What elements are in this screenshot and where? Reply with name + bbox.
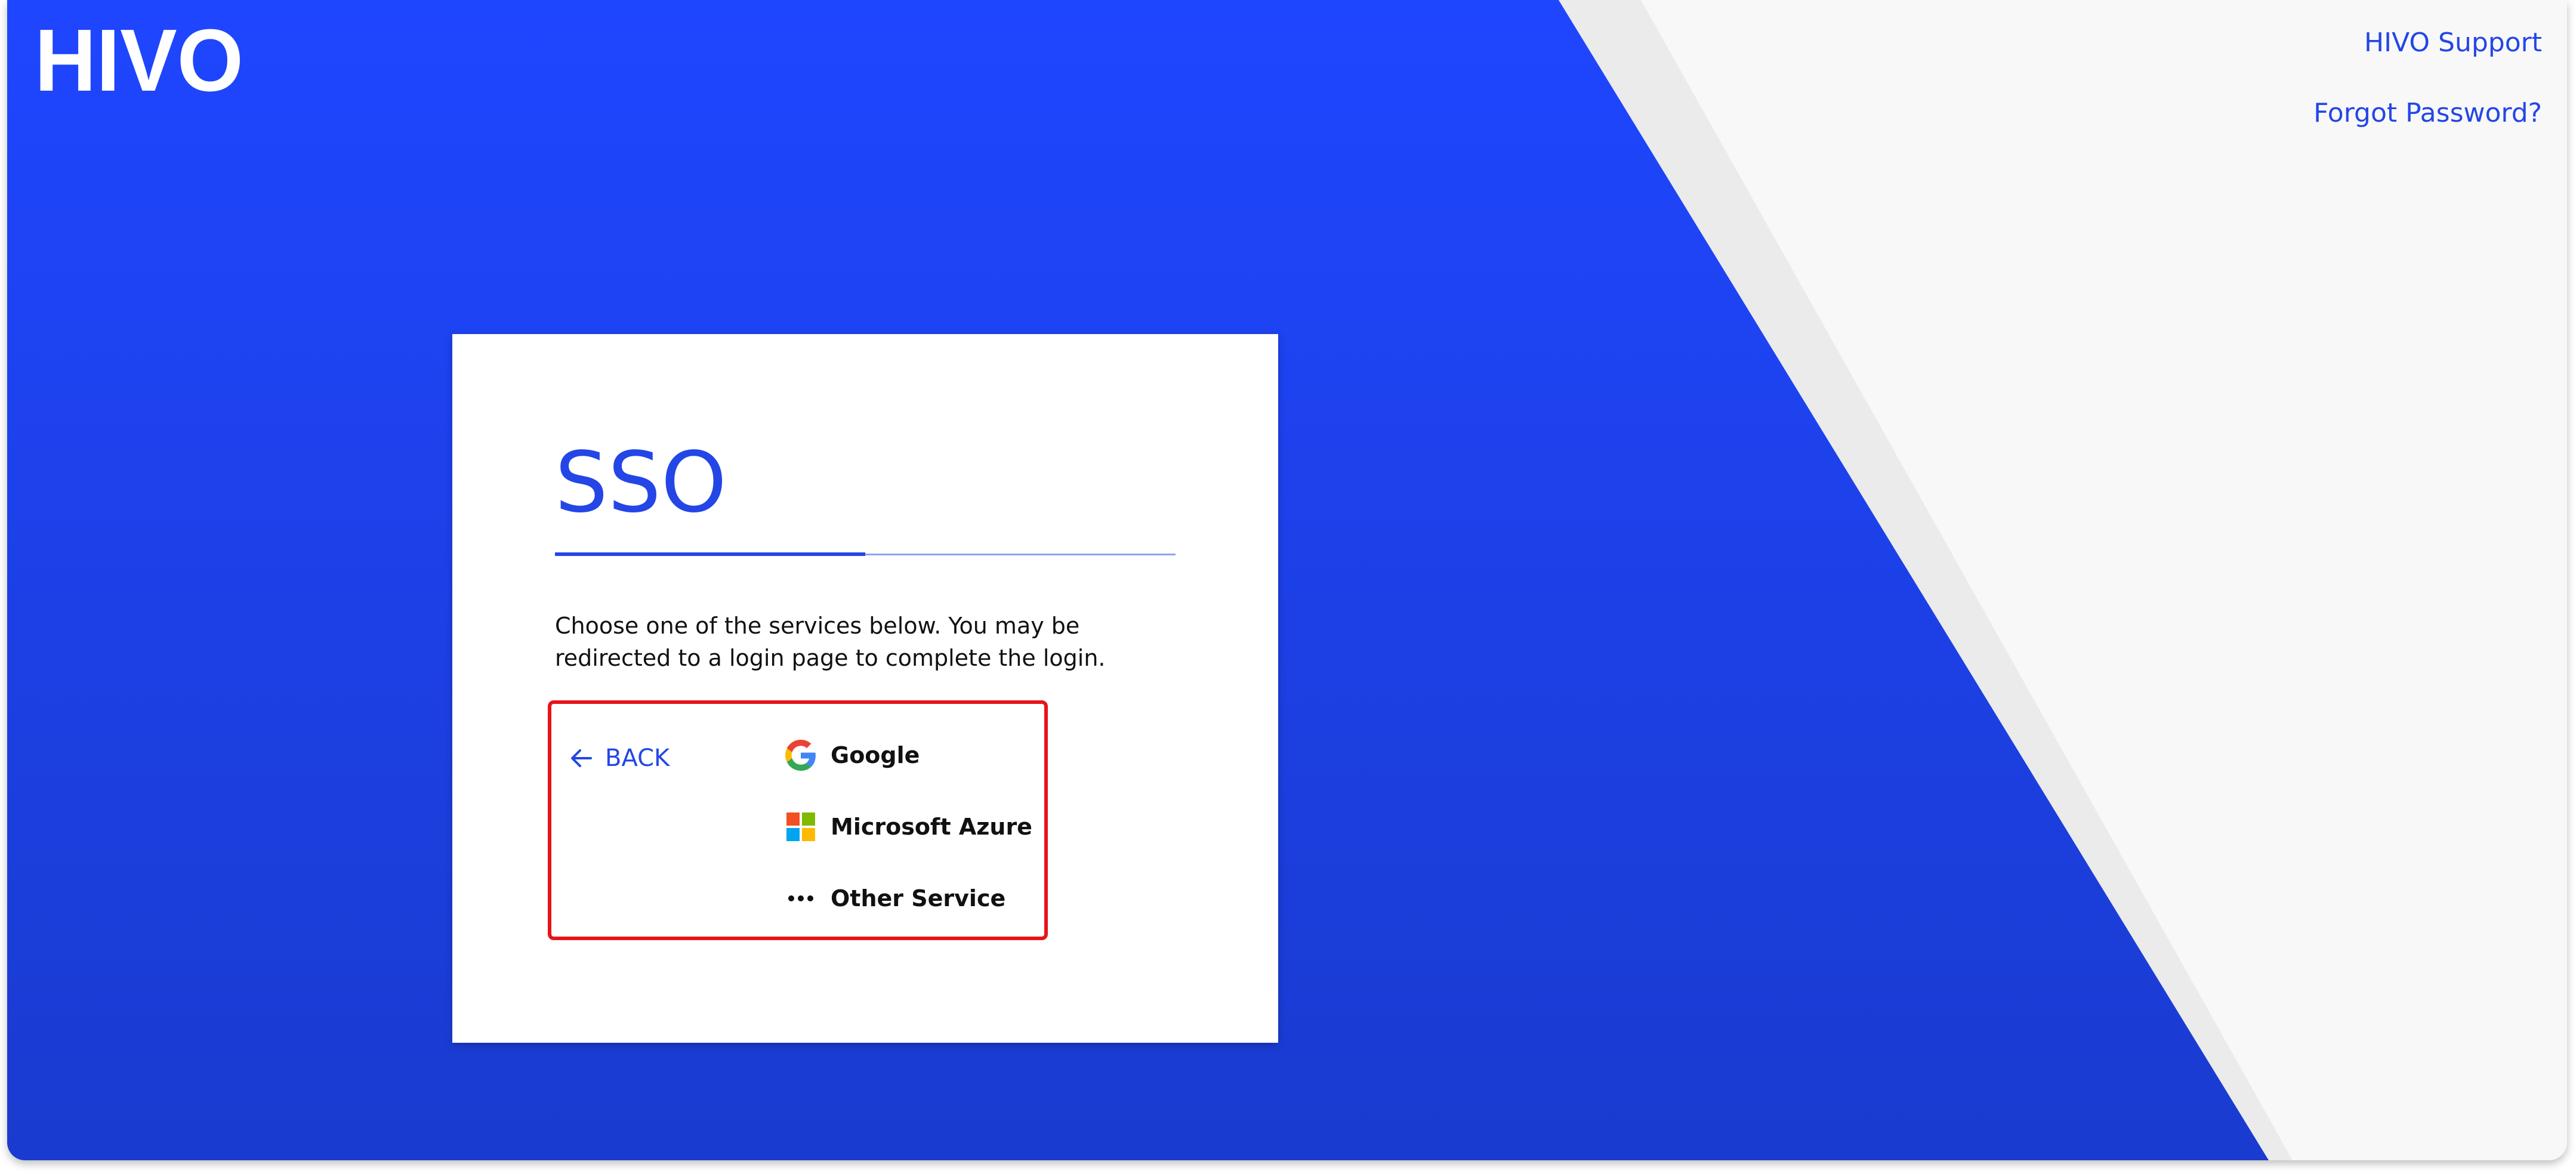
page-title: SSO [555,434,727,532]
arrow-left-icon [571,749,592,767]
more-dots-icon [785,883,816,914]
google-label: Google [831,742,920,768]
sso-description: Choose one of the services below. You ma… [555,613,1106,671]
background-graphic [7,0,2293,1160]
title-underline-active [555,552,865,556]
forgot-password-link[interactable]: Forgot Password? [2313,98,2542,128]
support-link[interactable]: HIVO Support [2364,27,2542,58]
google-sso-button[interactable]: Google [785,740,920,771]
sso-options-box: BACK Google Microsoft Azure Other Servic… [548,700,1048,940]
microsoft-azure-sso-button[interactable]: Microsoft Azure [785,811,1032,842]
app-frame: HIVO HIVO Support Forgot Password? SSO C… [7,0,2567,1160]
google-icon [785,740,816,771]
back-label: BACK [605,744,670,772]
other-service-sso-button[interactable]: Other Service [785,883,1005,914]
microsoft-azure-label: Microsoft Azure [831,814,1032,840]
hivo-logo: HIVO [35,11,249,110]
hivo-logo-mark: HIVO [35,11,243,110]
sso-card: SSO Choose one of the services below. Yo… [452,334,1278,1043]
other-service-label: Other Service [831,885,1006,912]
microsoft-icon [785,811,816,842]
svg-text:HIVO: HIVO [35,24,243,95]
back-button[interactable]: BACK [569,744,670,772]
